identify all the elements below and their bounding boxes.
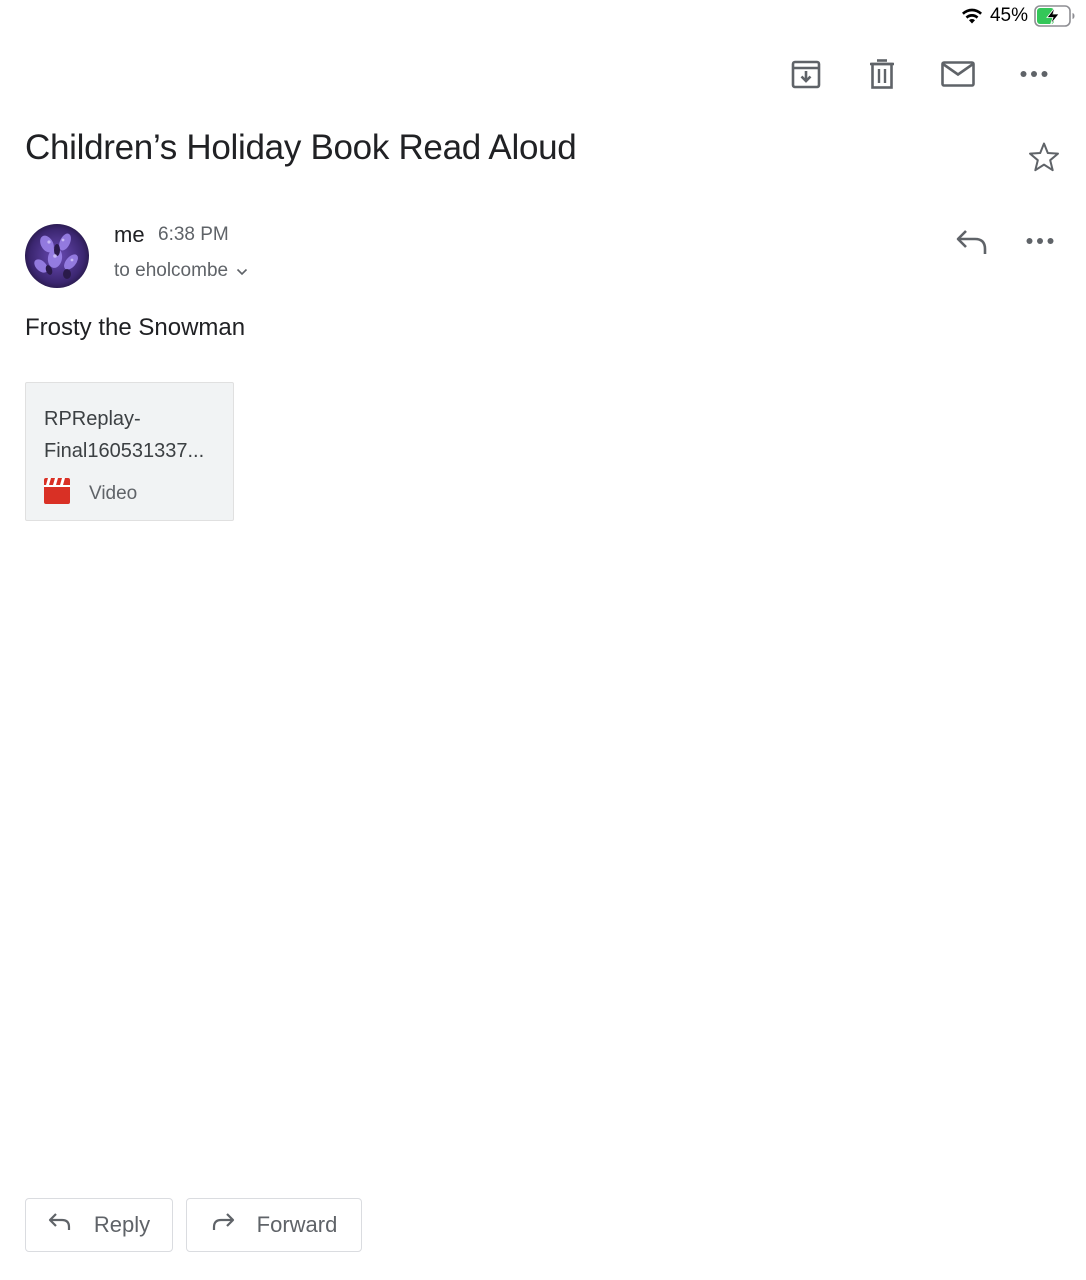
sender-name: me [114,222,145,247]
attachment-name: RPReplay- Final160531337... [44,403,222,467]
status-bar: 45% [960,4,1076,28]
more-options-button[interactable] [1018,56,1050,92]
attachment-type: Video [89,482,138,504]
archive-icon [791,59,821,89]
recipient-details-toggle[interactable]: to eholcombe [114,260,248,282]
toolbar [790,56,1050,92]
trash-icon [869,59,895,89]
attachment-name-line2: Final160531337... [44,440,205,462]
attachment-name-line1: RPReplay- [44,408,141,430]
message-more-button[interactable] [1026,232,1054,250]
recipient-label: to eholcombe [114,260,229,281]
email-subject: Children’s Holiday Book Read Aloud [25,128,577,167]
more-horizontal-icon [1020,70,1048,78]
wifi-icon [960,7,984,25]
reply-icon [48,1212,72,1238]
forward-icon [211,1212,235,1238]
battery-percentage: 45% [989,5,1028,26]
chevron-down-icon [236,260,248,282]
video-file-icon [44,478,70,509]
email-view: 45% Children’s Holiday Book Read Aloud m… [0,0,1086,1280]
star-button[interactable] [1028,141,1060,178]
email-body: Frosty the Snowman [25,314,246,341]
battery-charging-icon [1034,5,1076,27]
reply-label: Reply [93,1212,151,1237]
attachment-type-row: Video [44,478,137,509]
reply-button[interactable]: Reply [25,1198,173,1252]
star-icon [1028,142,1060,177]
archive-button[interactable] [790,56,822,92]
more-horizontal-icon [1026,232,1054,249]
sent-time: 6:38 PM [158,224,229,245]
reply-icon [955,230,989,260]
message-reply-button[interactable] [955,228,989,261]
attachment-card[interactable]: RPReplay- Final160531337... Video [25,382,234,521]
forward-button[interactable]: Forward [186,1198,362,1252]
mark-unread-button[interactable] [941,56,975,92]
sender-avatar[interactable] [25,224,89,288]
delete-button[interactable] [866,56,898,92]
forward-label: Forward [256,1212,338,1237]
mail-unread-icon [941,61,975,87]
